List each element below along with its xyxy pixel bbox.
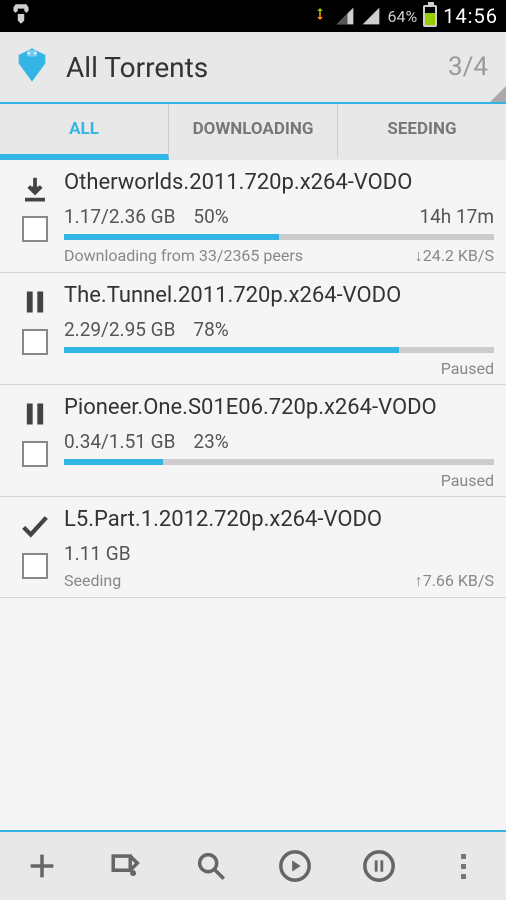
torrent-speed: ↑7.66 KB/S	[415, 571, 494, 591]
torrent-percent: 50%	[193, 205, 228, 228]
add-button[interactable]	[12, 836, 72, 896]
torrent-size: 1.17/2.36 GB	[64, 205, 175, 228]
battery-icon	[423, 5, 437, 27]
torrent-name: L5.Part.1.2012.720p.x264-VODO	[64, 507, 494, 532]
pause-button[interactable]	[349, 836, 409, 896]
state-downloading-icon[interactable]	[17, 174, 53, 204]
torrent-eta: 14h 17m	[419, 205, 494, 228]
overflow-menu-button[interactable]	[434, 836, 494, 896]
spinner-indicator-icon[interactable]	[490, 86, 506, 102]
torrent-row[interactable]: Otherworlds.2011.720p.x264-VODO 1.17/2.3…	[0, 160, 506, 273]
tab-seeding[interactable]: SEEDING	[338, 104, 506, 160]
torrent-speed: Paused	[441, 359, 494, 378]
torrent-percent: 78%	[193, 318, 228, 341]
state-paused-icon[interactable]	[17, 287, 53, 317]
state-paused-icon[interactable]	[17, 399, 53, 429]
torrent-name: The.Tunnel.2011.720p.x264-VODO	[64, 283, 494, 308]
torrent-size: 2.29/2.95 GB	[64, 318, 175, 341]
select-checkbox[interactable]	[22, 329, 48, 355]
app-icon	[12, 45, 52, 89]
battery-percent: 64%	[387, 7, 417, 26]
select-checkbox[interactable]	[22, 441, 48, 467]
state-done-icon[interactable]	[17, 511, 53, 541]
torrent-row[interactable]: Pioneer.One.S01E06.720p.x264-VODO 0.34/1…	[0, 385, 506, 497]
progress-bar	[64, 459, 494, 465]
signal-icon-2	[361, 6, 381, 26]
torrent-row[interactable]: The.Tunnel.2011.720p.x264-VODO 2.29/2.95…	[0, 273, 506, 385]
torrent-size: 1.11 GB	[64, 542, 131, 565]
label-button[interactable]	[96, 836, 156, 896]
signal-icon	[335, 6, 355, 26]
torrent-speed: ↓24.2 KB/S	[415, 246, 494, 266]
android-status-bar: 64% 14:56	[0, 0, 506, 32]
search-button[interactable]	[181, 836, 241, 896]
bottom-toolbar	[0, 830, 506, 900]
select-checkbox[interactable]	[22, 553, 48, 579]
torrent-name: Pioneer.One.S01E06.720p.x264-VODO	[64, 395, 494, 420]
app-header[interactable]: All Torrents 3/4	[0, 32, 506, 104]
tab-all[interactable]: ALL	[0, 104, 169, 160]
torrent-row[interactable]: L5.Part.1.2012.720p.x264-VODO 1.11 GB Se…	[0, 497, 506, 598]
torrent-percent: 23%	[193, 430, 228, 453]
torrent-list[interactable]: Otherworlds.2011.720p.x264-VODO 1.17/2.3…	[0, 160, 506, 830]
progress-bar	[64, 234, 494, 240]
select-checkbox[interactable]	[22, 216, 48, 242]
torrent-status: Seeding	[64, 571, 121, 591]
torrent-speed: Paused	[441, 471, 494, 490]
sync-icon	[311, 5, 329, 28]
tab-bar: ALLDOWNLOADINGSEEDING	[0, 104, 506, 160]
progress-bar	[64, 347, 494, 353]
clock: 14:56	[443, 4, 498, 28]
tab-downloading[interactable]: DOWNLOADING	[169, 104, 338, 160]
torrent-status: Downloading from 33/2365 peers	[64, 246, 303, 266]
status-notification-icon	[8, 1, 34, 32]
torrent-counter: 3/4	[448, 52, 488, 82]
torrent-name: Otherworlds.2011.720p.x264-VODO	[64, 170, 494, 195]
resume-button[interactable]	[265, 836, 325, 896]
page-title: All Torrents	[66, 51, 448, 84]
torrent-size: 0.34/1.51 GB	[64, 430, 175, 453]
